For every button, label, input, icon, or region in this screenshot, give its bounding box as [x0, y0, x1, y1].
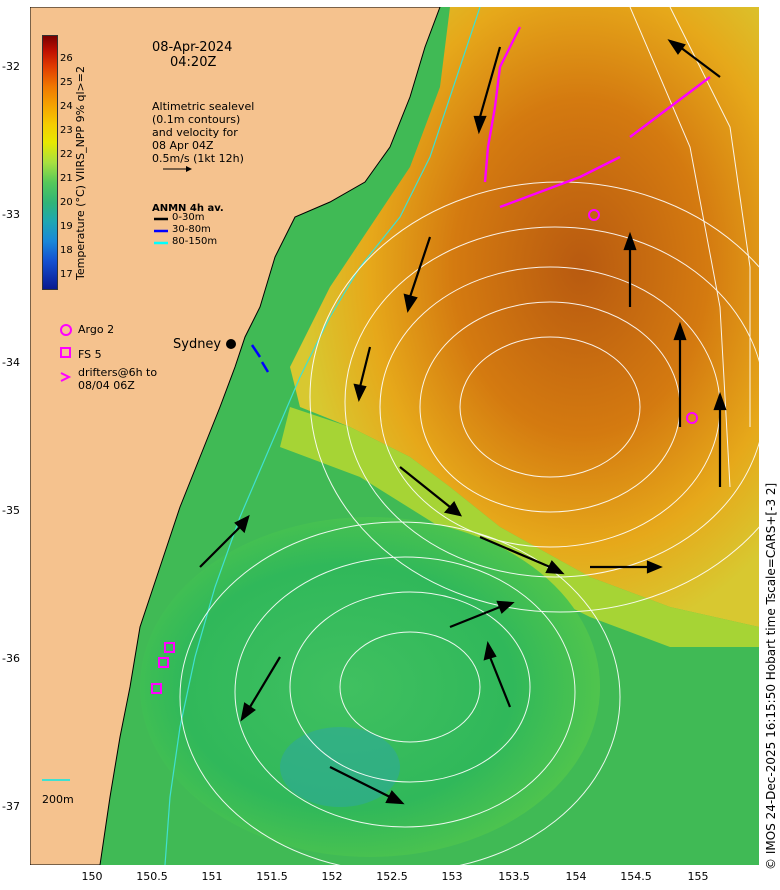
info-line: Altimetric sealevel — [152, 100, 255, 113]
y-tick-label: -35 — [2, 504, 20, 517]
credit-text: © IMOS 24-Dec-2025 16:15:50 Hobart time … — [764, 482, 778, 870]
cold-eddy — [140, 517, 600, 857]
x-tick-label: 154.5 — [620, 870, 652, 883]
cbar-tick: 26 — [60, 53, 73, 64]
info-line: 08 Apr 04Z — [152, 139, 214, 152]
colorbar-label: Temperature (°C) VIIRS_NPP 9% ql>=2 — [74, 66, 87, 280]
x-tick-label: 152.5 — [376, 870, 408, 883]
cbar-tick: 25 — [60, 77, 73, 88]
legend-fs: FS 5 — [78, 348, 102, 361]
y-tick-label: -37 — [2, 800, 20, 813]
symbol-legend-swatches — [60, 324, 72, 382]
y-tick-label: -34 — [2, 356, 20, 369]
x-tick-label: 153.5 — [498, 870, 530, 883]
map-time: 04:20Z — [170, 55, 217, 70]
x-tick-label: 151 — [201, 870, 223, 883]
y-tick-label: -32 — [2, 60, 20, 73]
info-line: (0.1m contours) — [152, 113, 241, 126]
anmn-row-label: 80-150m — [172, 236, 218, 247]
map-date: 08-Apr-2024 — [152, 40, 233, 55]
scale-200m-label: 200m — [42, 793, 74, 806]
cool-patch — [280, 727, 400, 807]
sst-map-figure: 26 25 24 23 22 21 20 19 18 17 Temperatur… — [0, 0, 780, 890]
cbar-tick: 17 — [60, 269, 73, 280]
x-tick-label: 150.5 — [136, 870, 168, 883]
y-tick-label: -33 — [2, 208, 20, 221]
x-tick-label: 155 — [687, 870, 709, 883]
info-line: 0.5m/s (1kt 12h) — [152, 152, 244, 165]
legend-drifters-2: 08/04 06Z — [78, 379, 135, 392]
colorbar — [42, 35, 58, 290]
legend-drifters-1: drifters@6h to — [78, 366, 158, 379]
x-tick-label: 152 — [321, 870, 343, 883]
x-tick-label: 151.5 — [256, 870, 288, 883]
info-line: and velocity for — [152, 126, 238, 139]
anmn-legend-swatches — [154, 217, 168, 245]
cbar-tick: 23 — [60, 125, 73, 136]
info-block: Altimetric sealevel (0.1m contours) and … — [152, 100, 254, 165]
x-tick-label: 153 — [441, 870, 463, 883]
anmn-row-label: 30-80m — [172, 224, 211, 235]
legend-argo: Argo 2 — [78, 323, 115, 336]
y-tick-label: -36 — [2, 652, 20, 665]
cbar-tick: 22 — [60, 149, 73, 160]
cbar-tick: 21 — [60, 173, 73, 184]
x-tick-label: 150 — [81, 870, 103, 883]
x-tick-label: 154 — [565, 870, 587, 883]
map-canvas — [30, 7, 759, 865]
map-panel[interactable] — [30, 7, 759, 865]
cbar-tick: 18 — [60, 245, 73, 256]
anmn-row-label: 0-30m — [172, 212, 205, 223]
cbar-tick: 24 — [60, 101, 73, 112]
cbar-tick: 19 — [60, 221, 73, 232]
sydney-marker[interactable] — [226, 339, 236, 349]
sydney-label: Sydney — [173, 337, 222, 352]
cbar-tick: 20 — [60, 197, 73, 208]
